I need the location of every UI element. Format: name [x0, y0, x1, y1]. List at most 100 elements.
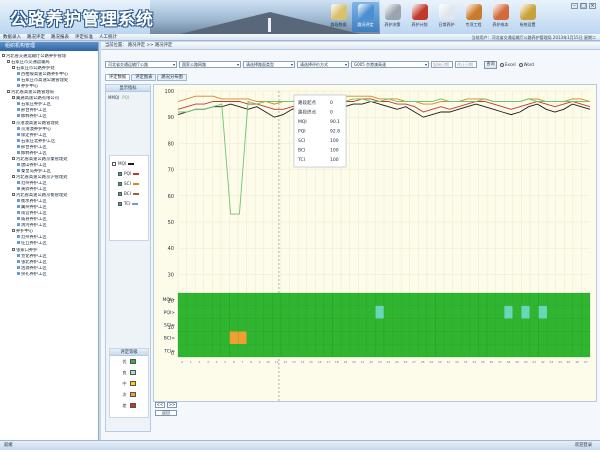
grade-cell[interactable] [564, 292, 573, 306]
grade-cell[interactable] [263, 305, 273, 319]
grade-cell[interactable] [546, 292, 556, 306]
grade-cell[interactable] [478, 305, 488, 319]
grade-cell[interactable] [443, 318, 453, 332]
grade-cell[interactable] [581, 331, 591, 345]
series-option-bci[interactable]: BCI [112, 189, 146, 199]
grade-cell[interactable] [581, 318, 591, 332]
radio-excel[interactable]: Excel [500, 62, 516, 67]
grade-cell[interactable] [538, 318, 548, 332]
grade-cell[interactable] [572, 344, 582, 358]
grade-cell[interactable] [478, 292, 488, 306]
menu-item-0[interactable]: 数据录入 [3, 34, 21, 40]
minimize-button[interactable]: – [571, 3, 578, 9]
grade-cell[interactable] [246, 344, 256, 358]
topnav-item-3[interactable]: 养护计划 [406, 2, 433, 32]
prev-page-button[interactable]: << [155, 402, 165, 408]
grade-cell[interactable] [375, 318, 385, 332]
grade-cell[interactable] [555, 318, 565, 332]
grade-cell[interactable] [392, 344, 402, 358]
grade-cell[interactable] [435, 344, 445, 358]
grade-cell[interactable] [195, 331, 204, 345]
grade-cell[interactable] [409, 331, 419, 345]
grade-cell[interactable] [538, 292, 548, 306]
grade-cell[interactable] [478, 318, 488, 332]
grade-cell[interactable] [237, 318, 247, 332]
grade-cell[interactable] [529, 292, 539, 306]
grade-cell[interactable] [383, 318, 393, 332]
grade-cell[interactable] [572, 292, 582, 306]
grade-cell[interactable] [280, 331, 290, 345]
grade-cell[interactable] [272, 318, 282, 332]
grade-cell[interactable] [521, 331, 531, 345]
grade-cell[interactable] [246, 292, 256, 306]
grade-cell[interactable] [349, 344, 359, 358]
grade-cell[interactable] [521, 318, 531, 332]
topnav-item-4[interactable]: 日常养护 [433, 2, 460, 32]
grade-cell[interactable] [177, 305, 187, 319]
grade-cell[interactable] [435, 292, 445, 306]
grade-cell[interactable] [272, 292, 282, 306]
grade-cell[interactable] [237, 331, 247, 345]
grade-cell[interactable] [366, 292, 376, 306]
grade-cell[interactable] [426, 344, 436, 358]
grade-cell[interactable] [426, 292, 436, 306]
grade-cell[interactable] [504, 292, 513, 306]
grade-cell[interactable] [435, 305, 445, 319]
grade-cell[interactable] [212, 344, 222, 358]
grade-cell[interactable] [237, 344, 247, 358]
grade-cell[interactable] [289, 318, 299, 332]
grade-cell[interactable] [263, 331, 273, 345]
grade-cell[interactable] [195, 318, 204, 332]
grade-cell[interactable] [255, 292, 264, 306]
grade-cell[interactable] [375, 305, 385, 319]
grade-cell[interactable] [323, 318, 333, 332]
grade-cell[interactable] [237, 305, 247, 319]
grade-cell[interactable] [203, 292, 213, 306]
grade-cell[interactable] [323, 292, 333, 306]
grade-cell[interactable] [177, 292, 187, 306]
grade-cell[interactable] [340, 318, 350, 332]
grade-cell[interactable] [358, 331, 367, 345]
grade-cell[interactable] [392, 331, 402, 345]
grade-cell[interactable] [255, 344, 264, 358]
grade-cell[interactable] [358, 318, 367, 332]
grade-cell[interactable] [375, 292, 385, 306]
grade-cell[interactable] [521, 344, 531, 358]
grade-cell[interactable] [392, 305, 402, 319]
grade-cell[interactable] [195, 305, 204, 319]
grade-cell[interactable] [203, 331, 213, 345]
grade-cell[interactable] [306, 292, 316, 306]
grade-cell[interactable] [315, 318, 325, 332]
grade-cell[interactable] [461, 292, 470, 306]
topnav-item-5[interactable]: 专项工程 [460, 2, 487, 32]
grade-cell[interactable] [461, 305, 470, 319]
grade-cell[interactable] [358, 305, 367, 319]
menu-item-1[interactable]: 路况评定 [27, 34, 45, 40]
grade-cell[interactable] [375, 331, 385, 345]
grade-cell[interactable] [486, 305, 496, 319]
grade-cell[interactable] [435, 331, 445, 345]
grade-cell[interactable] [409, 305, 419, 319]
topnav-item-7[interactable]: 系统设置 [514, 2, 541, 32]
grade-cell[interactable] [521, 292, 531, 306]
grade-cell[interactable] [366, 344, 376, 358]
grade-cell[interactable] [581, 344, 591, 358]
grade-cell[interactable] [418, 305, 428, 319]
grade-cell[interactable] [443, 305, 453, 319]
query-button[interactable]: 查询 [484, 60, 497, 69]
grade-cell[interactable] [315, 292, 325, 306]
grade-cell[interactable] [186, 305, 196, 319]
filter-select-1[interactable]: 国家公路网路 [179, 61, 241, 68]
grade-cell[interactable] [229, 305, 239, 319]
grade-cell[interactable] [177, 331, 187, 345]
grade-cell[interactable] [298, 331, 307, 345]
grade-cell[interactable] [246, 318, 256, 332]
grade-cell[interactable] [212, 292, 222, 306]
grade-cell[interactable] [495, 344, 505, 358]
grade-cell[interactable] [332, 292, 342, 306]
grade-cell[interactable] [504, 344, 513, 358]
grade-cell[interactable] [529, 344, 539, 358]
grade-cell[interactable] [555, 305, 565, 319]
grade-cell[interactable] [538, 305, 548, 319]
grade-cell[interactable] [340, 292, 350, 306]
